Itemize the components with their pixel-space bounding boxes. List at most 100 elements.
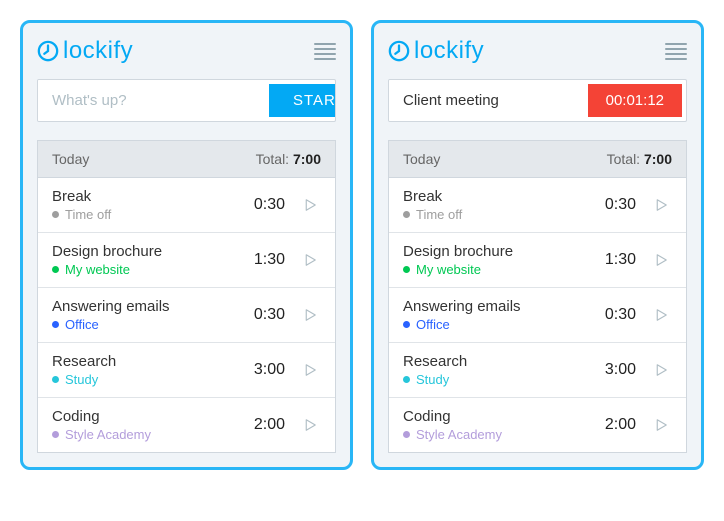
total-label: Total: 7:00 [256, 151, 321, 167]
entry-duration: 0:30 [245, 306, 285, 324]
entry-title: Answering emails [403, 298, 596, 315]
project-name: Study [416, 372, 449, 387]
play-icon[interactable] [650, 304, 672, 326]
entry-project: Office [52, 317, 245, 332]
play-icon[interactable] [299, 194, 321, 216]
play-icon[interactable] [650, 194, 672, 216]
entry-project: Office [403, 317, 596, 332]
list-item[interactable]: Design brochure My website 1:30 [389, 233, 686, 288]
project-dot-icon [52, 266, 59, 273]
project-name: Time off [416, 207, 462, 222]
list-item[interactable]: Answering emails Office 0:30 [389, 288, 686, 343]
play-icon[interactable] [650, 414, 672, 436]
start-button[interactable]: START [269, 84, 336, 117]
project-dot-icon [403, 431, 410, 438]
project-name: My website [65, 262, 130, 277]
list-item[interactable]: Break Time off 0:30 [389, 178, 686, 233]
project-dot-icon [52, 321, 59, 328]
list-item[interactable]: Research Study 3:00 [38, 343, 335, 398]
clock-icon [37, 40, 59, 62]
entry-project: Time off [403, 207, 596, 222]
list-item[interactable]: Coding Style Academy 2:00 [389, 398, 686, 452]
entry-main: Research Study [52, 353, 245, 387]
list-item[interactable]: Design brochure My website 1:30 [38, 233, 335, 288]
play-icon[interactable] [650, 359, 672, 381]
play-icon[interactable] [299, 414, 321, 436]
project-name: Study [65, 372, 98, 387]
entry-duration: 0:30 [596, 306, 636, 324]
play-icon[interactable] [299, 249, 321, 271]
day-label: Today [52, 151, 89, 167]
entry-title: Design brochure [403, 243, 596, 260]
list-item[interactable]: Answering emails Office 0:30 [38, 288, 335, 343]
entry-duration: 1:30 [596, 251, 636, 269]
list-header: Today Total: 7:00 [38, 141, 335, 178]
entry-main: Research Study [403, 353, 596, 387]
header: lockify [37, 37, 336, 65]
list-item[interactable]: Coding Style Academy2:00 [38, 398, 335, 452]
entry-duration: 1:30 [245, 251, 285, 269]
entry-main: Design brochure My website [52, 243, 245, 277]
entry-main: Coding Style Academy [403, 408, 596, 442]
entry-title: Research [403, 353, 596, 370]
entry-duration: 3:00 [245, 361, 285, 379]
project-name: Office [65, 317, 99, 332]
project-name: Time off [65, 207, 111, 222]
entry-project: Study [52, 372, 245, 387]
entry-list: Today Total: 7:00 Break Time off 0:30 Desig… [388, 140, 687, 453]
running-timer[interactable]: 00:01:12 [588, 84, 682, 117]
project-dot-icon [403, 376, 410, 383]
entry-project: Study [403, 372, 596, 387]
brand-name: lockify [63, 37, 133, 65]
entry-main: Coding Style Academy [52, 408, 245, 442]
list-header: Today Total: 7:00 [389, 141, 686, 178]
entry-project: Style Academy [403, 427, 596, 442]
entry-title: Coding [403, 408, 596, 425]
play-icon[interactable] [299, 359, 321, 381]
entry-title: Break [403, 188, 596, 205]
entry-main: Break Time off [52, 188, 245, 222]
menu-icon[interactable] [314, 43, 336, 60]
tracker-card-running: lockify Client meeting 00:01:12 Today To… [371, 20, 704, 470]
tracker-card-idle: lockify START Today Total: 7:00 Break Tim… [20, 20, 353, 470]
input-row: Client meeting 00:01:12 [388, 79, 687, 122]
entry-project: My website [403, 262, 596, 277]
play-icon[interactable] [299, 304, 321, 326]
brand-name: lockify [414, 37, 484, 65]
project-dot-icon [52, 211, 59, 218]
project-dot-icon [403, 266, 410, 273]
current-task[interactable]: Client meeting [389, 80, 584, 121]
day-label: Today [403, 151, 440, 167]
entry-duration: 0:30 [596, 196, 636, 214]
entry-project: My website [52, 262, 245, 277]
app-logo: lockify [388, 37, 484, 65]
entry-title: Break [52, 188, 245, 205]
project-name: Style Academy [416, 427, 502, 442]
entry-title: Design brochure [52, 243, 245, 260]
entry-main: Answering emails Office [403, 298, 596, 332]
entry-duration: 2:00 [245, 416, 285, 434]
menu-icon[interactable] [665, 43, 687, 60]
input-row: START [37, 79, 336, 122]
entry-main: Break Time off [403, 188, 596, 222]
project-name: My website [416, 262, 481, 277]
project-dot-icon [403, 211, 410, 218]
entry-title: Research [52, 353, 245, 370]
entry-duration: 3:00 [596, 361, 636, 379]
entry-duration: 0:30 [245, 196, 285, 214]
entry-main: Answering emails Office [52, 298, 245, 332]
entry-title: Coding [52, 408, 245, 425]
list-item[interactable]: Research Study 3:00 [389, 343, 686, 398]
play-icon[interactable] [650, 249, 672, 271]
entry-project: Style Academy [52, 427, 245, 442]
task-input[interactable] [38, 80, 265, 121]
project-dot-icon [52, 431, 59, 438]
app-logo: lockify [37, 37, 133, 65]
list-item[interactable]: Break Time off 0:30 [38, 178, 335, 233]
project-name: Office [416, 317, 450, 332]
project-dot-icon [52, 376, 59, 383]
entry-duration: 2:00 [596, 416, 636, 434]
entry-main: Design brochure My website [403, 243, 596, 277]
clock-icon [388, 40, 410, 62]
entry-title: Answering emails [52, 298, 245, 315]
